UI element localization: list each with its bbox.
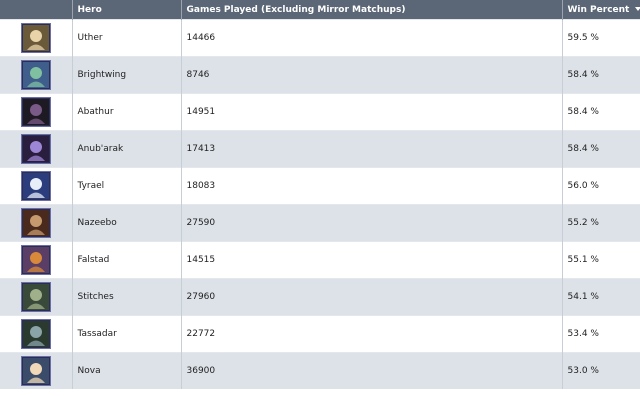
table-row[interactable]: Nazeebo 27590 55.2 % <box>0 204 640 242</box>
portrait-cell <box>0 278 73 316</box>
portrait-cell <box>0 352 73 389</box>
games-played-cell: 14466 <box>181 19 563 57</box>
header-hero-label: Hero <box>77 4 102 15</box>
portrait-cell <box>0 241 73 279</box>
header-win-label: Win Percent <box>567 4 630 15</box>
anubarak-portrait-icon <box>20 134 51 164</box>
header-games-label: Games Played (Excluding Mirror Matchups) <box>186 4 406 15</box>
nazeebo-portrait-icon <box>20 208 51 238</box>
portrait-cell <box>0 93 73 131</box>
portrait-cell <box>0 19 73 57</box>
games-played-cell: 14951 <box>181 93 563 131</box>
win-percent-cell: 58.4 % <box>562 93 640 131</box>
win-percent-cell: 58.4 % <box>562 56 640 94</box>
hero-name-cell: Nova <box>72 352 182 389</box>
games-played-cell: 18083 <box>181 167 563 205</box>
portrait-cell <box>0 204 73 242</box>
win-percent-cell: 59.5 % <box>562 19 640 57</box>
games-played-cell: 22772 <box>181 315 563 353</box>
hero-name-cell: Falstad <box>72 241 182 279</box>
hero-name-cell: Tyrael <box>72 167 182 205</box>
win-percent-cell: 53.4 % <box>562 315 640 353</box>
table-header-row: Hero Games Played (Excluding Mirror Matc… <box>0 0 640 20</box>
table-row[interactable]: Stitches 27960 54.1 % <box>0 278 640 316</box>
sort-descending-icon <box>635 7 640 11</box>
tassadar-portrait-icon <box>20 319 51 349</box>
table-row[interactable]: Tassadar 22772 53.4 % <box>0 315 640 353</box>
portrait-cell <box>0 56 73 94</box>
abathur-portrait-icon <box>20 97 51 127</box>
games-played-cell: 27590 <box>181 204 563 242</box>
hero-name-cell: Abathur <box>72 93 182 131</box>
win-percent-cell: 58.4 % <box>562 130 640 168</box>
win-percent-cell: 55.1 % <box>562 241 640 279</box>
games-played-cell: 27960 <box>181 278 563 316</box>
games-played-cell: 14515 <box>181 241 563 279</box>
header-win-percent[interactable]: Win Percent <box>562 0 640 20</box>
table-row[interactable]: Brightwing 8746 58.4 % <box>0 56 640 94</box>
games-played-cell: 17413 <box>181 130 563 168</box>
win-percent-cell: 53.0 % <box>562 352 640 389</box>
win-percent-cell: 54.1 % <box>562 278 640 316</box>
table-row[interactable]: Anub'arak 17413 58.4 % <box>0 130 640 168</box>
hero-name-cell: Anub'arak <box>72 130 182 168</box>
brightwing-portrait-icon <box>20 60 51 90</box>
table-row[interactable]: Uther 14466 59.5 % <box>0 19 640 57</box>
header-portrait <box>0 0 73 20</box>
table-row[interactable]: Abathur 14951 58.4 % <box>0 93 640 131</box>
nova-portrait-icon <box>20 356 51 386</box>
hero-winrate-table: Hero Games Played (Excluding Mirror Matc… <box>0 0 640 389</box>
win-percent-cell: 56.0 % <box>562 167 640 205</box>
portrait-cell <box>0 130 73 168</box>
games-played-cell: 36900 <box>181 352 563 389</box>
table-row[interactable]: Falstad 14515 55.1 % <box>0 241 640 279</box>
stitches-portrait-icon <box>20 282 51 312</box>
hero-name-cell: Stitches <box>72 278 182 316</box>
portrait-cell <box>0 167 73 205</box>
tyrael-portrait-icon <box>20 171 51 201</box>
portrait-cell <box>0 315 73 353</box>
header-hero[interactable]: Hero <box>72 0 182 20</box>
uther-portrait-icon <box>20 23 51 53</box>
win-percent-cell: 55.2 % <box>562 204 640 242</box>
hero-name-cell: Nazeebo <box>72 204 182 242</box>
falstad-portrait-icon <box>20 245 51 275</box>
hero-name-cell: Brightwing <box>72 56 182 94</box>
table-row[interactable]: Tyrael 18083 56.0 % <box>0 167 640 205</box>
table-row[interactable]: Nova 36900 53.0 % <box>0 352 640 389</box>
hero-name-cell: Uther <box>72 19 182 57</box>
header-games-played[interactable]: Games Played (Excluding Mirror Matchups) <box>181 0 563 20</box>
games-played-cell: 8746 <box>181 56 563 94</box>
hero-name-cell: Tassadar <box>72 315 182 353</box>
